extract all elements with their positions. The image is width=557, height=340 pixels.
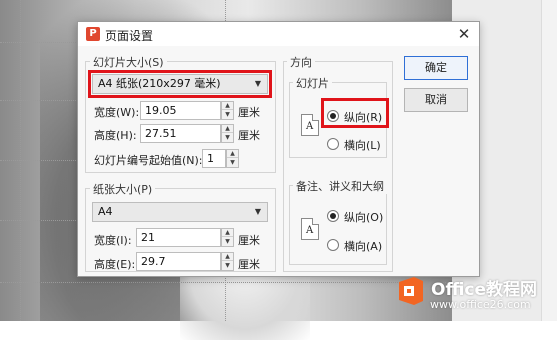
slide-size-group-label: 幻灯片大小(S): [90, 54, 167, 70]
paper-width-unit: 厘米: [238, 234, 260, 247]
wps-presentation-icon: P: [86, 27, 100, 41]
paper-height-unit: 厘米: [238, 258, 260, 271]
slide-width-unit: 厘米: [238, 106, 260, 119]
paper-height-label: 高度(E):: [94, 258, 136, 271]
portrait-page-icon: A: [301, 114, 319, 136]
slide-width-label: 宽度(W):: [94, 106, 140, 119]
paper-width-input[interactable]: 21: [136, 228, 221, 247]
increment-icon[interactable]: ▲: [222, 125, 233, 133]
notes-orientation-group-label: 备注、讲义和大纲: [293, 178, 387, 194]
slide-landscape-radio[interactable]: [327, 138, 339, 150]
vertical-scrollbar[interactable]: [541, 0, 557, 321]
dialog-title: 页面设置: [105, 29, 154, 43]
decrement-icon[interactable]: ▼: [222, 134, 233, 142]
paper-size-select[interactable]: A4 ▼: [92, 202, 268, 222]
increment-icon[interactable]: ▲: [222, 253, 233, 261]
ok-button[interactable]: 确定: [404, 56, 468, 80]
slide-height-stepper: ▲ ▼: [221, 124, 234, 143]
paper-size-group-label: 纸张大小(P): [90, 181, 156, 197]
decrement-icon[interactable]: ▼: [222, 238, 233, 246]
decrement-icon[interactable]: ▼: [222, 262, 233, 270]
slide-height-unit: 厘米: [238, 129, 260, 142]
paper-size-selected: A4: [98, 205, 113, 218]
slide-width-stepper: ▲ ▼: [221, 101, 234, 120]
increment-icon[interactable]: ▲: [227, 150, 238, 158]
slide-orientation-group-label: 幻灯片: [293, 75, 332, 91]
dialog-titlebar[interactable]: P 页面设置 ✕: [78, 22, 479, 46]
chevron-down-icon: ▼: [254, 79, 261, 88]
paper-width-stepper: ▲ ▼: [221, 228, 234, 247]
slide-width-input[interactable]: 19.05: [140, 101, 221, 120]
orientation-group-label: 方向: [287, 54, 315, 70]
slide-portrait-label[interactable]: 纵向(R): [344, 109, 382, 125]
notes-landscape-label[interactable]: 横向(A): [344, 238, 382, 254]
paper-height-stepper: ▲ ▼: [221, 252, 234, 271]
portrait-page-icon: A: [301, 218, 319, 240]
notes-portrait-radio[interactable]: [327, 210, 339, 222]
decrement-icon[interactable]: ▼: [222, 111, 233, 119]
start-number-label: 幻灯片编号起始值(N):: [94, 154, 203, 167]
watermark-url: www.office26.com: [430, 298, 531, 311]
increment-icon[interactable]: ▲: [222, 229, 233, 237]
slide-size-select[interactable]: A4 纸张(210x297 毫米) ▼: [92, 74, 268, 94]
chevron-down-icon: ▼: [254, 207, 261, 216]
notes-portrait-label[interactable]: 纵向(O): [344, 209, 383, 225]
start-number-input[interactable]: 1: [202, 149, 226, 168]
slide-height-input[interactable]: 27.51: [140, 124, 221, 143]
decrement-icon[interactable]: ▼: [227, 159, 238, 167]
slide-size-selected: A4 纸张(210x297 毫米): [98, 77, 221, 90]
slide-portrait-radio[interactable]: [327, 110, 339, 122]
paper-height-input[interactable]: 29.7: [136, 252, 221, 271]
paper-width-label: 宽度(I):: [94, 234, 132, 247]
cancel-button[interactable]: 取消: [404, 88, 468, 112]
start-number-stepper: ▲ ▼: [226, 149, 239, 168]
slide-landscape-label[interactable]: 横向(L): [344, 137, 381, 153]
notes-landscape-radio[interactable]: [327, 239, 339, 251]
office-logo-icon: [399, 277, 423, 305]
close-icon[interactable]: ✕: [454, 24, 474, 44]
increment-icon[interactable]: ▲: [222, 102, 233, 110]
watermark-brand: Office教程网: [431, 280, 538, 300]
slide-height-label: 高度(H):: [94, 129, 137, 142]
page-setup-dialog: P 页面设置 ✕ 幻灯片大小(S) A4 纸张(210x297 毫米) ▼ 宽度…: [77, 21, 480, 277]
